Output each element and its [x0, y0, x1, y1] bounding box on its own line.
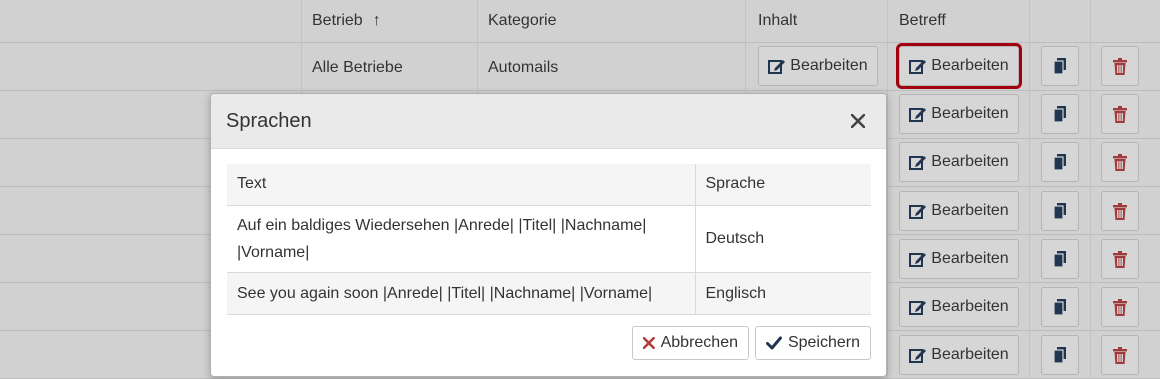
- cell-kategorie: Automails: [488, 59, 559, 76]
- edit-subject-label: Bearbeiten: [931, 57, 1009, 74]
- cell-text: See you again soon |Anrede| |Titel| |Nac…: [227, 272, 696, 315]
- edit-subject-button[interactable]: Bearbeiten: [899, 239, 1019, 279]
- header-inhalt[interactable]: Inhalt: [758, 12, 797, 30]
- header-betreff[interactable]: Betreff: [899, 12, 946, 30]
- edit-subject-label: Bearbeiten: [931, 153, 1009, 170]
- close-icon[interactable]: [848, 111, 868, 131]
- cell-betrieb: Alle Betriebe: [312, 59, 403, 76]
- header-kategorie[interactable]: Kategorie: [488, 12, 557, 30]
- delete-button[interactable]: [1101, 142, 1139, 182]
- copy-button[interactable]: [1041, 239, 1079, 279]
- cell-text: Auf ein baldiges Wiedersehen |Anrede| |T…: [227, 205, 696, 273]
- trash-icon: [1113, 153, 1127, 171]
- edit-subject-button[interactable]: Bearbeiten: [899, 142, 1019, 182]
- copy-icon: [1053, 347, 1066, 364]
- delete-button[interactable]: [1101, 94, 1139, 134]
- edit-icon: [909, 205, 927, 219]
- copy-button[interactable]: [1041, 287, 1079, 327]
- copy-button[interactable]: [1041, 94, 1079, 134]
- edit-content-button[interactable]: Bearbeiten: [758, 46, 878, 86]
- table-row[interactable]: See you again soon |Anrede| |Titel| |Nac…: [227, 272, 871, 315]
- edit-content-label: Bearbeiten: [790, 57, 868, 74]
- cancel-button[interactable]: Abbrechen: [632, 326, 749, 360]
- edit-icon: [909, 349, 927, 363]
- copy-icon: [1053, 58, 1066, 75]
- copy-icon: [1053, 106, 1066, 123]
- header-betrieb[interactable]: Betrieb ↑: [312, 12, 381, 30]
- copy-button[interactable]: [1041, 142, 1079, 182]
- edit-subject-label: Bearbeiten: [931, 202, 1009, 219]
- edit-icon: [768, 60, 786, 74]
- copy-icon: [1053, 299, 1066, 316]
- column-header-text: Text: [227, 164, 696, 206]
- sort-ascending-icon: ↑: [372, 12, 381, 29]
- copy-button[interactable]: [1041, 46, 1079, 86]
- edit-subject-label: Bearbeiten: [931, 346, 1009, 363]
- trash-icon: [1113, 105, 1127, 123]
- edit-subject-label: Bearbeiten: [931, 105, 1009, 122]
- table-header-row: Betrieb ↑ Kategorie Inhalt Betreff: [0, 0, 1160, 43]
- cancel-icon: [643, 337, 655, 349]
- trash-icon: [1113, 57, 1127, 75]
- copy-button[interactable]: [1041, 335, 1079, 375]
- delete-button[interactable]: [1101, 46, 1139, 86]
- languages-header-row: Text Sprache: [227, 164, 871, 206]
- cell-language: Englisch: [695, 272, 871, 315]
- edit-subject-label: Bearbeiten: [931, 250, 1009, 267]
- copy-icon: [1053, 251, 1066, 268]
- delete-button[interactable]: [1101, 287, 1139, 327]
- delete-button[interactable]: [1101, 191, 1139, 231]
- copy-icon: [1053, 154, 1066, 171]
- copy-button[interactable]: [1041, 191, 1079, 231]
- header-betrieb-label: Betrieb: [312, 12, 363, 29]
- trash-icon: [1113, 346, 1127, 364]
- table-row[interactable]: Auf ein baldiges Wiedersehen |Anrede| |T…: [227, 205, 871, 273]
- edit-subject-button[interactable]: Bearbeiten: [899, 94, 1019, 134]
- languages-dialog: Sprachen Text Sprache Auf ein baldiges W…: [210, 93, 887, 377]
- delete-button[interactable]: [1101, 335, 1139, 375]
- edit-icon: [909, 60, 927, 74]
- edit-icon: [909, 108, 927, 122]
- dialog-title: Sprachen: [226, 110, 312, 132]
- edit-subject-button[interactable]: Bearbeiten: [896, 43, 1022, 89]
- dialog-header: Sprachen: [211, 94, 886, 149]
- trash-icon: [1113, 298, 1127, 316]
- edit-subject-button[interactable]: Bearbeiten: [899, 287, 1019, 327]
- edit-subject-button[interactable]: Bearbeiten: [899, 191, 1019, 231]
- save-label: Speichern: [787, 334, 860, 351]
- edit-subject-label: Bearbeiten: [931, 298, 1009, 315]
- trash-icon: [1113, 250, 1127, 268]
- cell-language: Deutsch: [695, 205, 871, 273]
- column-header-language: Sprache: [695, 164, 871, 206]
- delete-button[interactable]: [1101, 239, 1139, 279]
- copy-icon: [1053, 203, 1066, 220]
- edit-subject-button[interactable]: Bearbeiten: [899, 335, 1019, 375]
- edit-icon: [909, 156, 927, 170]
- trash-icon: [1113, 202, 1127, 220]
- edit-icon: [909, 301, 927, 315]
- edit-icon: [909, 253, 927, 267]
- save-button[interactable]: Speichern: [755, 326, 871, 360]
- cancel-label: Abbrechen: [660, 334, 738, 351]
- languages-table: Text Sprache Auf ein baldiges Wiedersehe…: [227, 164, 871, 315]
- checkmark-icon: [766, 336, 782, 350]
